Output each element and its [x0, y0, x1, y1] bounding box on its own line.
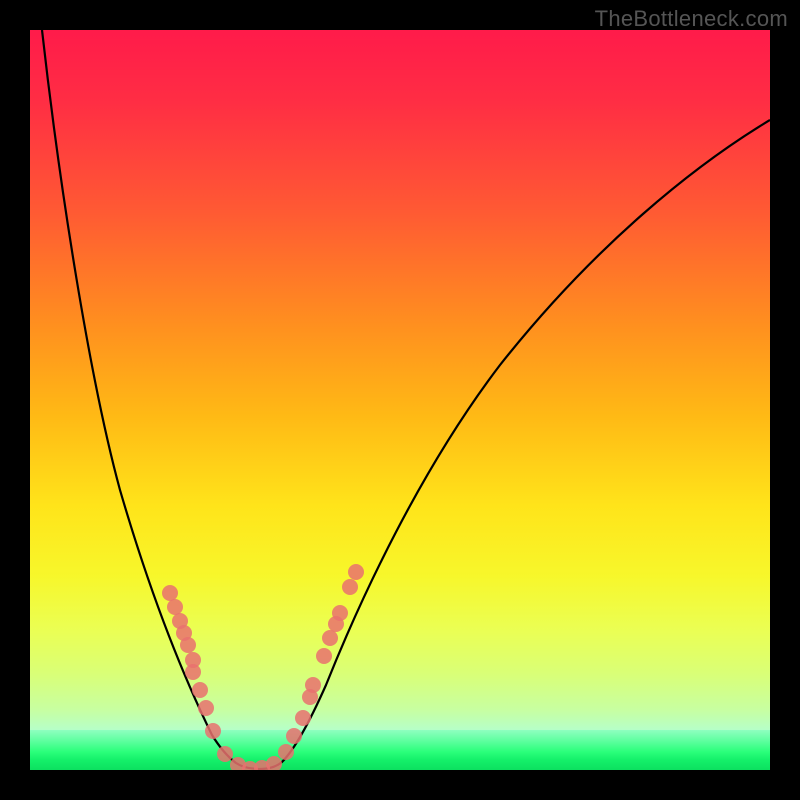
data-point: [185, 664, 201, 680]
data-point: [278, 744, 294, 760]
data-point: [192, 682, 208, 698]
watermark-label: TheBottleneck.com: [595, 6, 788, 32]
data-point: [348, 564, 364, 580]
plot-frame: [30, 30, 770, 770]
data-point: [286, 728, 302, 744]
data-point: [332, 605, 348, 621]
plot-area: [30, 30, 770, 770]
data-point: [167, 599, 183, 615]
data-point: [342, 579, 358, 595]
curve-layer: [30, 30, 770, 770]
bottleneck-curve: [42, 30, 770, 769]
data-point: [162, 585, 178, 601]
data-point: [217, 746, 233, 762]
data-point: [316, 648, 332, 664]
data-point: [266, 756, 282, 770]
data-point: [305, 677, 321, 693]
data-point: [295, 710, 311, 726]
data-point: [322, 630, 338, 646]
chart-container: TheBottleneck.com: [0, 0, 800, 800]
data-point: [198, 700, 214, 716]
data-point: [205, 723, 221, 739]
data-point: [180, 637, 196, 653]
